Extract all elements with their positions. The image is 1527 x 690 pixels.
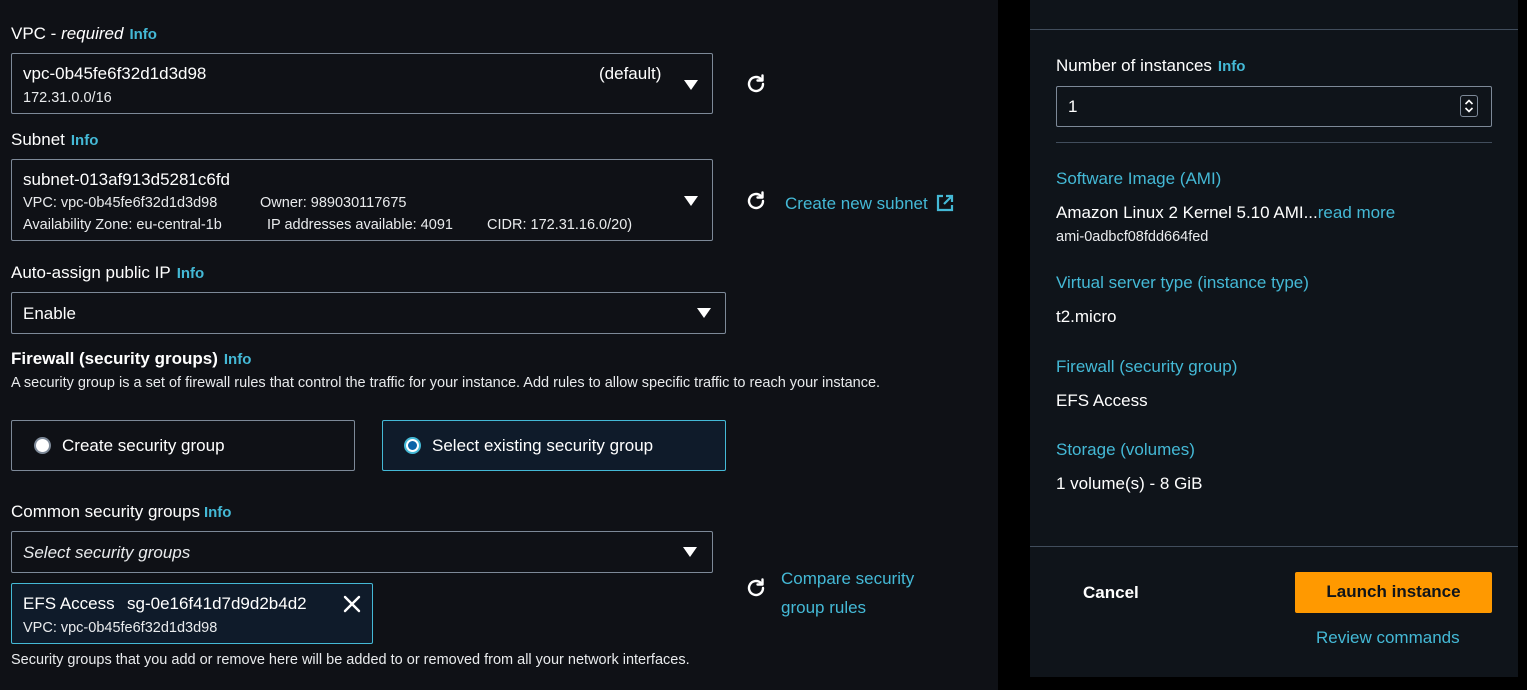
firewall-info-link[interactable]: Info (224, 351, 252, 368)
firewall-value: EFS Access (1056, 391, 1148, 410)
vpc-required-text: required (61, 24, 124, 43)
ami-heading-link[interactable]: Software Image (AMI) (1056, 169, 1221, 189)
selected-security-group-token: EFS Access sg-0e16f41d7d9d2b4d2 VPC: vpc… (11, 583, 373, 644)
network-settings-panel: VPC - required Info vpc-0b45fe6f32d1d3d98… (0, 0, 998, 690)
subnet-owner: Owner: 989030117675 (260, 195, 407, 211)
compare-link-line2: group rules (781, 598, 867, 617)
subnet-label: Subnet Info (11, 130, 98, 150)
auto-assign-ip-select[interactable]: Enable (11, 292, 726, 334)
subnet-label-text: Subnet (11, 130, 65, 149)
launch-instance-button[interactable]: Launch instance (1295, 572, 1492, 613)
subnet-vpc: VPC: vpc-0b45fe6f32d1d3d98 (23, 195, 218, 211)
ami-value-text: Amazon Linux 2 Kernel 5.10 AMI... (1056, 203, 1318, 222)
divider (1030, 29, 1518, 30)
cancel-button[interactable]: Cancel (1083, 583, 1139, 603)
auto-assign-ip-info-link[interactable]: Info (177, 265, 205, 282)
firewall-label-text: Firewall (security groups) (11, 349, 218, 368)
vpc-label-text: VPC - (11, 24, 62, 43)
refresh-icon[interactable] (744, 72, 768, 96)
firewall-label: Firewall (security groups) Info (11, 349, 251, 369)
subnet-select[interactable]: subnet-013af913d5281c6fd VPC: vpc-0b45fe… (11, 159, 713, 241)
chevron-down-icon (684, 196, 698, 206)
stepper-arrows-icon (1464, 99, 1474, 113)
compare-security-group-rules-link[interactable]: Compare security group rules (781, 564, 914, 622)
create-security-group-option[interactable]: Create security group (11, 420, 355, 471)
common-security-groups-info-link[interactable]: Info (204, 504, 232, 521)
instances-label-text: Number of instances (1056, 56, 1212, 75)
firewall-heading-link[interactable]: Firewall (security group) (1056, 357, 1237, 377)
subnet-select-value: subnet-013af913d5281c6fd (23, 170, 231, 189)
chevron-down-icon (684, 80, 698, 90)
create-new-subnet-text: Create new subnet (785, 194, 928, 213)
create-new-subnet-link[interactable]: Create new subnet (785, 191, 954, 214)
instance-type-value: t2.micro (1056, 307, 1117, 326)
subnet-ips: IP addresses available: 4091 (267, 217, 453, 233)
chevron-down-icon (683, 547, 697, 557)
security-groups-placeholder: Select security groups (23, 543, 191, 562)
compare-link-line1: Compare security (781, 569, 915, 588)
divider (1056, 142, 1492, 143)
subnet-az: Availability Zone: eu-central-1b (23, 217, 222, 233)
common-security-groups-label-text: Common security groups (11, 502, 200, 521)
token-id: sg-0e16f41d7d9d2b4d2 (127, 594, 307, 613)
ami-value: Amazon Linux 2 Kernel 5.10 AMI...read mo… (1056, 203, 1395, 223)
chevron-down-icon (697, 308, 711, 318)
vpc-label: VPC - required Info (11, 24, 157, 44)
radio-button-selected[interactable] (404, 437, 421, 454)
ami-id: ami-0adbcf08fdd664fed (1056, 229, 1209, 245)
close-icon[interactable] (343, 595, 361, 613)
number-stepper[interactable] (1460, 95, 1478, 117)
auto-assign-ip-value: Enable (23, 304, 76, 323)
vpc-info-link[interactable]: Info (129, 26, 157, 43)
review-commands-link[interactable]: Review commands (1316, 628, 1460, 648)
instance-type-heading-link[interactable]: Virtual server type (instance type) (1056, 273, 1309, 293)
ami-read-more-link[interactable]: read more (1318, 203, 1395, 222)
instances-info-link[interactable]: Info (1218, 58, 1246, 75)
refresh-icon[interactable] (744, 576, 768, 600)
instances-value: 1 (1068, 97, 1078, 116)
subnet-cidr: CIDR: 172.31.16.0/20) (487, 217, 633, 233)
instances-label: Number of instances Info (1056, 56, 1245, 76)
security-groups-select[interactable]: Select security groups (11, 531, 713, 573)
select-existing-security-group-option[interactable]: Select existing security group (382, 420, 726, 471)
refresh-icon[interactable] (744, 189, 768, 213)
firewall-description: A security group is a set of firewall ru… (11, 375, 881, 391)
vpc-select[interactable]: vpc-0b45fe6f32d1d3d98 (default) 172.31.0… (11, 53, 713, 114)
subnet-info-link[interactable]: Info (71, 132, 99, 149)
divider (1030, 546, 1518, 547)
storage-heading-link[interactable]: Storage (volumes) (1056, 440, 1195, 460)
instances-input[interactable]: 1 (1056, 86, 1492, 127)
auto-assign-ip-label-text: Auto-assign public IP (11, 263, 171, 282)
create-security-group-label: Create security group (62, 436, 225, 455)
radio-button[interactable] (34, 437, 51, 454)
summary-panel: Number of instances Info 1 Software Image… (1030, 0, 1518, 677)
auto-assign-ip-label: Auto-assign public IP Info (11, 263, 204, 283)
select-existing-security-group-label: Select existing security group (432, 436, 654, 455)
vpc-default-tag: (default) (599, 64, 662, 83)
storage-value: 1 volume(s) - 8 GiB (1056, 474, 1203, 493)
external-link-icon (937, 194, 954, 212)
security-groups-footnote: Security groups that you add or remove h… (11, 652, 690, 668)
token-name: EFS Access (23, 594, 115, 613)
vpc-select-value: vpc-0b45fe6f32d1d3d98 (23, 64, 207, 83)
token-vpc: VPC: vpc-0b45fe6f32d1d3d98 (23, 620, 218, 636)
vpc-cidr: 172.31.0.0/16 (23, 90, 112, 106)
common-security-groups-label: Common security groups Info (11, 502, 231, 522)
